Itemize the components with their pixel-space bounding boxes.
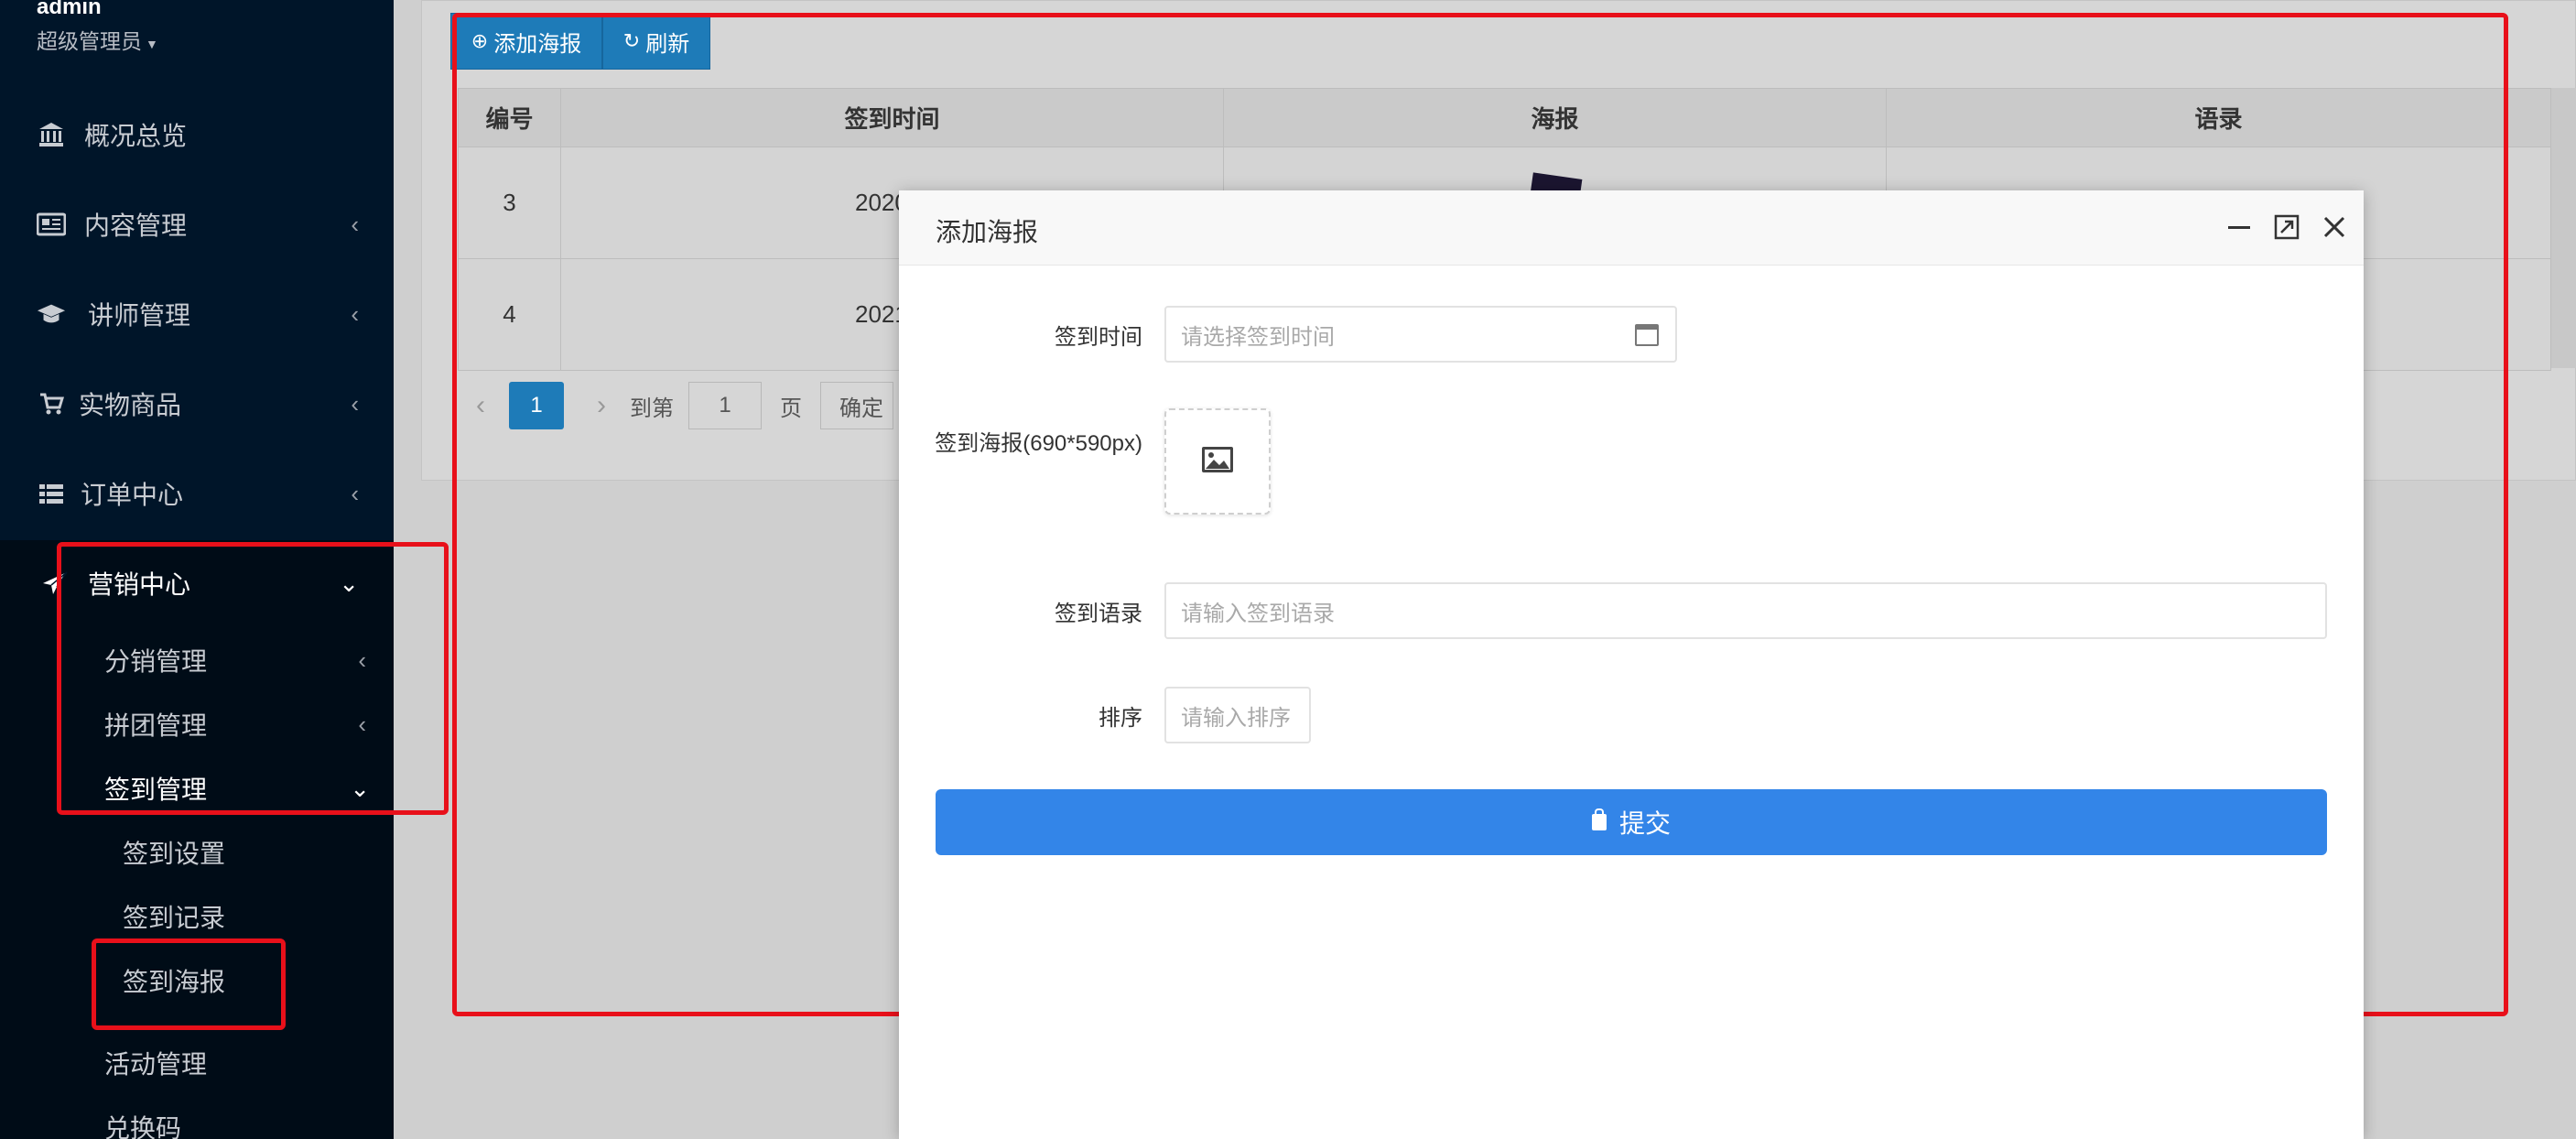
minimize-icon[interactable] (2223, 211, 2256, 244)
sidebar-item-label: 讲师管理 (88, 301, 191, 330)
submit-button[interactable]: 提交 (936, 789, 2327, 855)
sidebar-subitem-label: 签到设置 (123, 840, 226, 868)
chevron-left-icon: ‹ (351, 299, 359, 328)
chevron-left-icon: ‹ (351, 210, 359, 238)
sidebar-item-label: 订单中心 (81, 481, 184, 509)
checkin-time-placeholder: 请选择签到时间 (1181, 324, 1335, 350)
highlight-checkin-poster (92, 938, 286, 1030)
sidebar-item-label: 概况总览 (84, 122, 188, 150)
checkin-quote-field[interactable]: 请输入签到语录 (1164, 582, 2327, 639)
maximize-icon[interactable] (2270, 211, 2303, 244)
sidebar-subitem-label: 签到记录 (123, 904, 226, 932)
modal-title: 添加海报 (936, 218, 1039, 246)
checkin-time-field[interactable]: 请选择签到时间 (1164, 306, 1677, 363)
checkin-quote-placeholder: 请输入签到语录 (1181, 601, 1335, 626)
user-name: admin (37, 0, 102, 19)
sidebar-item-goods[interactable]: 实物商品 ‹ (0, 376, 394, 431)
checkin-quote-label: 签到语录 (1055, 602, 1142, 626)
sidebar-subitem-label: 兑换码 (104, 1114, 182, 1139)
cart-icon (37, 389, 66, 418)
sort-field[interactable]: 请输入排序 (1164, 687, 1311, 743)
poster-upload-button[interactable] (1164, 408, 1271, 515)
user-role-dropdown[interactable]: 超级管理员 ▼ (37, 24, 158, 55)
newspaper-icon (37, 210, 66, 239)
bank-icon (37, 120, 66, 149)
highlight-marketing-menu (57, 542, 449, 815)
sidebar-subitem-checkin-records[interactable]: 签到记录 (123, 891, 225, 942)
calendar-icon[interactable] (1635, 324, 1659, 346)
sidebar-item-label: 实物商品 (79, 391, 182, 419)
checkin-poster-label: 签到海报(690*590px) (935, 431, 1142, 456)
sort-label: 排序 (1099, 706, 1142, 731)
user-role-label: 超级管理员 (37, 29, 142, 53)
sidebar-item-overview[interactable]: 概况总览 (0, 107, 394, 162)
close-icon[interactable] (2318, 211, 2351, 244)
checkin-time-label: 签到时间 (1055, 325, 1142, 350)
sort-placeholder: 请输入排序 (1181, 705, 1291, 731)
image-icon (1201, 446, 1234, 478)
sidebar-item-orders[interactable]: 订单中心 ‹ (0, 466, 394, 521)
chevron-left-icon: ‹ (351, 389, 359, 418)
submit-label: 提交 (1618, 809, 1671, 838)
sidebar-subitem-checkin-settings[interactable]: 签到设置 (123, 827, 225, 878)
sidebar-item-teachers[interactable]: 讲师管理 ‹ (0, 287, 394, 342)
chevron-left-icon: ‹ (351, 479, 359, 507)
sidebar-subitem-label: 活动管理 (104, 1050, 208, 1079)
sidebar-item-content[interactable]: 内容管理 ‹ (0, 197, 394, 252)
list-icon (37, 479, 66, 508)
sidebar-subitem-redeem-codes[interactable]: 兑换码 (104, 1101, 181, 1139)
table-scrollbar[interactable] (2550, 88, 2576, 368)
caret-down-icon: ▼ (146, 37, 158, 51)
modal-header: 添加海报 (899, 190, 2364, 266)
shopping-bag-icon (1591, 808, 1607, 830)
sidebar-item-label: 内容管理 (84, 212, 188, 240)
graduation-cap-icon (37, 299, 66, 329)
sidebar-subitem-activities[interactable]: 活动管理 (104, 1037, 207, 1089)
